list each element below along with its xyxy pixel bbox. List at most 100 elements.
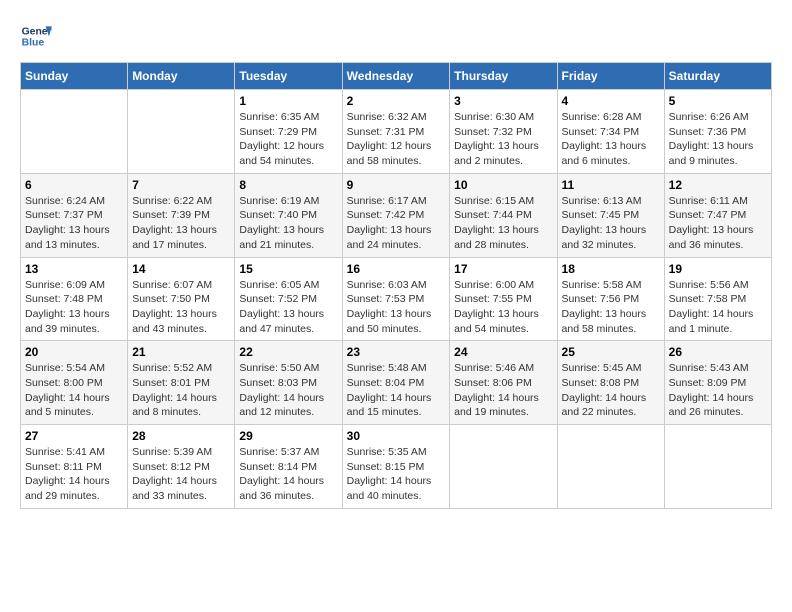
calendar-cell: 25 Sunrise: 5:45 AMSunset: 8:08 PMDayligh… — [557, 341, 664, 425]
calendar-cell: 19 Sunrise: 5:56 AMSunset: 7:58 PMDayligh… — [664, 257, 771, 341]
day-number: 2 — [347, 94, 446, 108]
day-number: 18 — [562, 262, 660, 276]
day-info: Sunrise: 6:15 AMSunset: 7:44 PMDaylight:… — [454, 194, 552, 253]
day-number: 14 — [132, 262, 230, 276]
day-info: Sunrise: 6:28 AMSunset: 7:34 PMDaylight:… — [562, 110, 660, 169]
calendar-cell: 12 Sunrise: 6:11 AMSunset: 7:47 PMDayligh… — [664, 173, 771, 257]
day-info: Sunrise: 5:37 AMSunset: 8:14 PMDaylight:… — [239, 445, 337, 504]
calendar-cell: 4 Sunrise: 6:28 AMSunset: 7:34 PMDaylight… — [557, 90, 664, 174]
day-info: Sunrise: 5:52 AMSunset: 8:01 PMDaylight:… — [132, 361, 230, 420]
weekday-header: Saturday — [664, 63, 771, 90]
weekday-header: Wednesday — [342, 63, 450, 90]
day-info: Sunrise: 6:07 AMSunset: 7:50 PMDaylight:… — [132, 278, 230, 337]
day-number: 29 — [239, 429, 337, 443]
calendar-cell: 5 Sunrise: 6:26 AMSunset: 7:36 PMDaylight… — [664, 90, 771, 174]
calendar-cell: 30 Sunrise: 5:35 AMSunset: 8:15 PMDayligh… — [342, 425, 450, 509]
calendar-cell — [664, 425, 771, 509]
calendar-cell: 10 Sunrise: 6:15 AMSunset: 7:44 PMDayligh… — [450, 173, 557, 257]
day-number: 10 — [454, 178, 552, 192]
day-info: Sunrise: 5:48 AMSunset: 8:04 PMDaylight:… — [347, 361, 446, 420]
day-number: 7 — [132, 178, 230, 192]
day-number: 26 — [669, 345, 767, 359]
logo-icon: General Blue — [20, 20, 52, 52]
calendar-cell: 23 Sunrise: 5:48 AMSunset: 8:04 PMDayligh… — [342, 341, 450, 425]
calendar-cell: 15 Sunrise: 6:05 AMSunset: 7:52 PMDayligh… — [235, 257, 342, 341]
day-number: 4 — [562, 94, 660, 108]
calendar-cell — [21, 90, 128, 174]
calendar-cell: 29 Sunrise: 5:37 AMSunset: 8:14 PMDayligh… — [235, 425, 342, 509]
day-number: 15 — [239, 262, 337, 276]
day-info: Sunrise: 6:17 AMSunset: 7:42 PMDaylight:… — [347, 194, 446, 253]
day-number: 28 — [132, 429, 230, 443]
day-number: 9 — [347, 178, 446, 192]
day-number: 13 — [25, 262, 123, 276]
weekday-header: Monday — [128, 63, 235, 90]
calendar-cell: 9 Sunrise: 6:17 AMSunset: 7:42 PMDaylight… — [342, 173, 450, 257]
weekday-header: Tuesday — [235, 63, 342, 90]
day-number: 27 — [25, 429, 123, 443]
day-info: Sunrise: 5:56 AMSunset: 7:58 PMDaylight:… — [669, 278, 767, 337]
day-info: Sunrise: 5:35 AMSunset: 8:15 PMDaylight:… — [347, 445, 446, 504]
calendar-cell: 22 Sunrise: 5:50 AMSunset: 8:03 PMDayligh… — [235, 341, 342, 425]
day-info: Sunrise: 6:19 AMSunset: 7:40 PMDaylight:… — [239, 194, 337, 253]
day-info: Sunrise: 6:32 AMSunset: 7:31 PMDaylight:… — [347, 110, 446, 169]
day-info: Sunrise: 6:30 AMSunset: 7:32 PMDaylight:… — [454, 110, 552, 169]
calendar-cell: 28 Sunrise: 5:39 AMSunset: 8:12 PMDayligh… — [128, 425, 235, 509]
day-number: 11 — [562, 178, 660, 192]
day-number: 6 — [25, 178, 123, 192]
day-info: Sunrise: 6:13 AMSunset: 7:45 PMDaylight:… — [562, 194, 660, 253]
day-info: Sunrise: 6:24 AMSunset: 7:37 PMDaylight:… — [25, 194, 123, 253]
day-number: 30 — [347, 429, 446, 443]
calendar-cell: 24 Sunrise: 5:46 AMSunset: 8:06 PMDayligh… — [450, 341, 557, 425]
calendar-cell: 7 Sunrise: 6:22 AMSunset: 7:39 PMDaylight… — [128, 173, 235, 257]
day-info: Sunrise: 5:43 AMSunset: 8:09 PMDaylight:… — [669, 361, 767, 420]
day-info: Sunrise: 5:46 AMSunset: 8:06 PMDaylight:… — [454, 361, 552, 420]
calendar-cell: 27Sunrise: 5:41 AMSunset: 8:11 PMDayligh… — [21, 425, 128, 509]
calendar-cell — [450, 425, 557, 509]
day-number: 17 — [454, 262, 552, 276]
calendar-cell: 20Sunrise: 5:54 AMSunset: 8:00 PMDayligh… — [21, 341, 128, 425]
calendar-cell: 21 Sunrise: 5:52 AMSunset: 8:01 PMDayligh… — [128, 341, 235, 425]
day-number: 3 — [454, 94, 552, 108]
day-number: 21 — [132, 345, 230, 359]
day-info: Sunrise: 6:35 AMSunset: 7:29 PMDaylight:… — [239, 110, 337, 169]
page-header: General Blue — [20, 20, 772, 52]
day-number: 20 — [25, 345, 123, 359]
calendar-cell: 8 Sunrise: 6:19 AMSunset: 7:40 PMDaylight… — [235, 173, 342, 257]
calendar-cell: 3 Sunrise: 6:30 AMSunset: 7:32 PMDaylight… — [450, 90, 557, 174]
weekday-header: Thursday — [450, 63, 557, 90]
calendar-cell: 1Sunrise: 6:35 AMSunset: 7:29 PMDaylight… — [235, 90, 342, 174]
calendar-cell — [557, 425, 664, 509]
day-info: Sunrise: 5:50 AMSunset: 8:03 PMDaylight:… — [239, 361, 337, 420]
day-number: 22 — [239, 345, 337, 359]
day-number: 5 — [669, 94, 767, 108]
day-info: Sunrise: 6:09 AMSunset: 7:48 PMDaylight:… — [25, 278, 123, 337]
calendar-table: SundayMondayTuesdayWednesdayThursdayFrid… — [20, 62, 772, 509]
calendar-cell — [128, 90, 235, 174]
calendar-cell: 13 Sunrise: 6:09 AMSunset: 7:48 PMDayligh… — [21, 257, 128, 341]
day-number: 25 — [562, 345, 660, 359]
day-info: Sunrise: 6:05 AMSunset: 7:52 PMDaylight:… — [239, 278, 337, 337]
day-info: Sunrise: 5:39 AMSunset: 8:12 PMDaylight:… — [132, 445, 230, 504]
calendar-cell: 18Sunrise: 5:58 AMSunset: 7:56 PMDayligh… — [557, 257, 664, 341]
day-number: 12 — [669, 178, 767, 192]
weekday-header: Friday — [557, 63, 664, 90]
calendar-cell: 6 Sunrise: 6:24 AMSunset: 7:37 PMDaylight… — [21, 173, 128, 257]
day-number: 16 — [347, 262, 446, 276]
day-number: 24 — [454, 345, 552, 359]
day-number: 8 — [239, 178, 337, 192]
day-info: Sunrise: 6:22 AMSunset: 7:39 PMDaylight:… — [132, 194, 230, 253]
day-info: Sunrise: 5:45 AMSunset: 8:08 PMDaylight:… — [562, 361, 660, 420]
day-number: 19 — [669, 262, 767, 276]
day-info: Sunrise: 6:03 AMSunset: 7:53 PMDaylight:… — [347, 278, 446, 337]
calendar-cell: 17 Sunrise: 6:00 AMSunset: 7:55 PMDayligh… — [450, 257, 557, 341]
day-info: Sunrise: 6:26 AMSunset: 7:36 PMDaylight:… — [669, 110, 767, 169]
weekday-header: Sunday — [21, 63, 128, 90]
day-info: Sunrise: 6:00 AMSunset: 7:55 PMDaylight:… — [454, 278, 552, 337]
svg-text:Blue: Blue — [22, 38, 45, 49]
calendar-cell: 26 Sunrise: 5:43 AMSunset: 8:09 PMDayligh… — [664, 341, 771, 425]
day-info: Sunrise: 6:11 AMSunset: 7:47 PMDaylight:… — [669, 194, 767, 253]
calendar-cell: 11 Sunrise: 6:13 AMSunset: 7:45 PMDayligh… — [557, 173, 664, 257]
day-number: 23 — [347, 345, 446, 359]
logo: General Blue — [20, 20, 52, 52]
